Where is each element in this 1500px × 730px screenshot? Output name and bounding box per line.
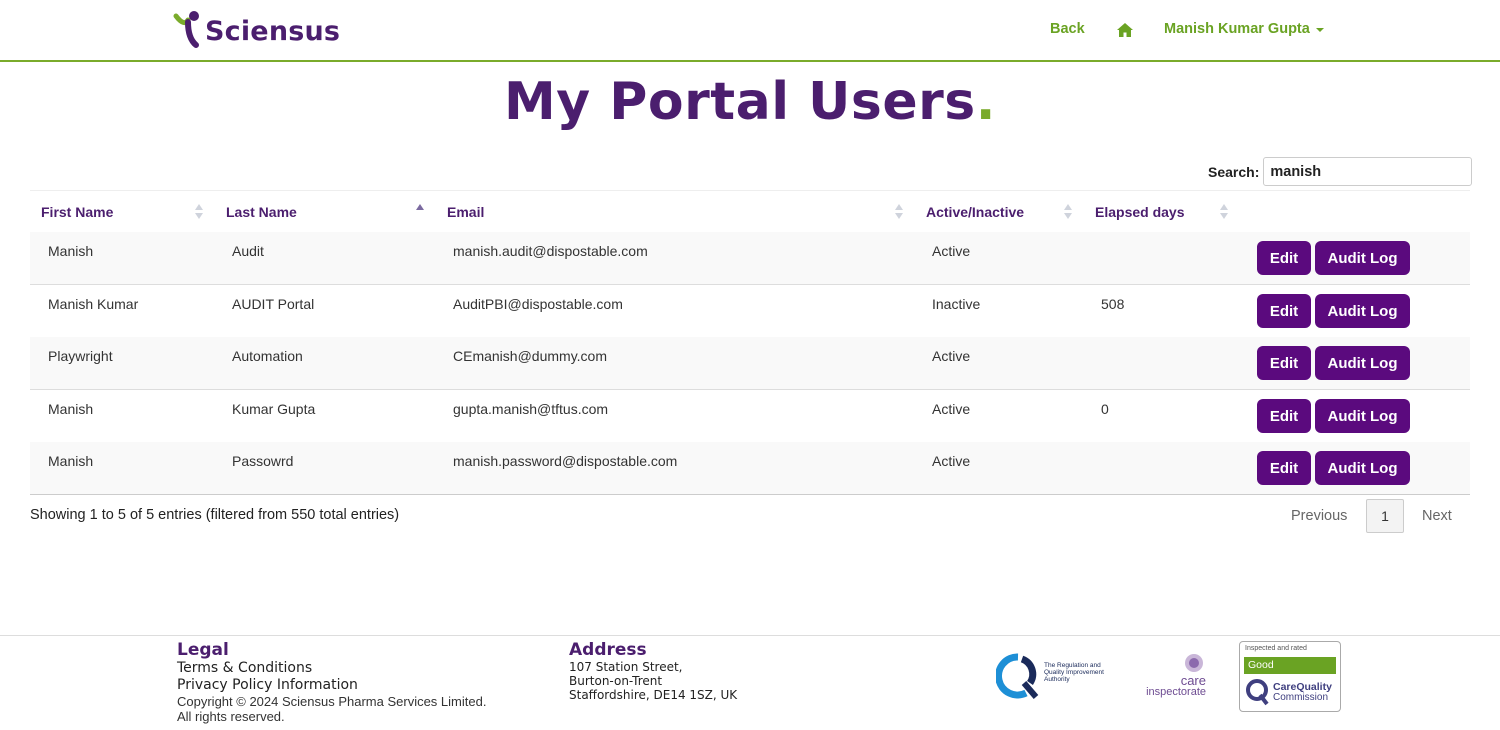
cqc-rating: Good <box>1244 657 1336 674</box>
cqc-inspected-text: Inspected and rated <box>1245 645 1307 652</box>
address-heading: Address <box>569 640 647 660</box>
audit-log-button[interactable]: Audit Log <box>1315 451 1410 485</box>
search-input[interactable] <box>1263 157 1473 186</box>
edit-button[interactable]: Edit <box>1257 346 1311 380</box>
sort-icon[interactable] <box>195 204 203 220</box>
cell-status: Active <box>932 348 971 364</box>
privacy-link[interactable]: Privacy Policy Information <box>177 677 486 694</box>
address-line: Burton-on-Trent <box>569 674 663 688</box>
inspectorate-text: inspectorate <box>1146 686 1206 698</box>
top-navbar: Sciensus Back Manish Kumar Gupta <box>0 0 1500 62</box>
copyright-text: Copyright © 2024 Sciensus Pharma Service… <box>177 694 487 709</box>
cell-first-name: Manish <box>48 401 94 417</box>
search-label: Search: <box>1208 163 1260 180</box>
edit-button[interactable]: Edit <box>1257 451 1311 485</box>
cell-email: manish.audit@dispostable.com <box>453 243 648 259</box>
sort-icon[interactable] <box>1064 204 1072 220</box>
cell-email: manish.password@dispostable.com <box>453 453 678 469</box>
column-header-elapsed-days[interactable]: Elapsed days <box>1095 191 1185 233</box>
user-menu-dropdown[interactable]: Manish Kumar Gupta <box>1164 21 1324 37</box>
edit-button[interactable]: Edit <box>1257 399 1311 433</box>
cell-first-name: Manish <box>48 453 94 469</box>
sort-icon[interactable] <box>895 204 903 220</box>
pagination-next[interactable]: Next <box>1422 508 1452 524</box>
cell-status: Active <box>932 453 971 469</box>
table-bottom-border <box>30 494 1470 495</box>
page-title-dot: . <box>975 72 996 132</box>
sort-icon[interactable] <box>1220 204 1228 220</box>
rqia-logo: The Regulation and Quality Improvement Aut… <box>996 653 1104 699</box>
care-inspectorate-logo: care inspectorate <box>1136 653 1208 699</box>
user-name: Manish Kumar Gupta <box>1164 21 1310 37</box>
rights-text: All rights reserved. <box>177 709 285 724</box>
cell-last-name: Audit <box>232 243 264 259</box>
page-title-text: My Portal Users <box>504 72 976 132</box>
cell-last-name: Passowrd <box>232 453 294 469</box>
sciensus-logo-icon <box>173 11 199 48</box>
pagination-previous[interactable]: Previous <box>1291 508 1347 524</box>
cell-email: AuditPBI@dispostable.com <box>453 296 623 312</box>
terms-link[interactable]: Terms & Conditions <box>177 660 486 677</box>
cell-first-name: Playwright <box>48 348 113 364</box>
cell-email: gupta.manish@tftus.com <box>453 401 609 417</box>
table-row: Manish Audit manish.audit@dispostable.co… <box>30 232 1470 285</box>
chevron-down-icon <box>1315 28 1324 32</box>
address-line: Staffordshire, DE14 1SZ, UK <box>569 688 738 702</box>
care-inspectorate-icon: care inspectorate <box>1146 654 1206 698</box>
pagination-page-1[interactable]: 1 <box>1366 499 1404 533</box>
audit-log-button[interactable]: Audit Log <box>1315 399 1410 433</box>
column-header-email[interactable]: Email <box>447 191 484 233</box>
cell-elapsed-days: 0 <box>1101 401 1109 417</box>
table-search: Search: <box>1208 157 1473 186</box>
audit-log-button[interactable]: Audit Log <box>1315 346 1410 380</box>
page-title: My Portal Users. <box>0 72 1500 132</box>
cell-first-name: Manish <box>48 243 94 259</box>
back-link[interactable]: Back <box>1050 21 1085 37</box>
sort-ascending-icon[interactable] <box>416 204 424 220</box>
cell-elapsed-days: 508 <box>1101 296 1125 312</box>
column-header-last-name[interactable]: Last Name <box>226 191 297 233</box>
cqc-name-2: Commission <box>1273 692 1329 703</box>
rqia-text: The Regulation and Quality Improvement Aut… <box>1044 662 1104 683</box>
audit-log-button[interactable]: Audit Log <box>1315 241 1410 275</box>
cell-status: Active <box>932 401 971 417</box>
cell-last-name: Kumar Gupta <box>232 401 316 417</box>
column-header-first-name[interactable]: First Name <box>41 191 113 233</box>
brand-name: Sciensus <box>205 15 341 47</box>
edit-button[interactable]: Edit <box>1257 294 1311 328</box>
table-row: Playwright Automation CEmanish@dummy.com… <box>30 337 1470 390</box>
cqc-rating-badge[interactable]: Inspected and rated Good CareQuality Com… <box>1239 641 1341 712</box>
cell-status: Active <box>932 243 971 259</box>
column-header-status[interactable]: Active/Inactive <box>926 191 1024 233</box>
address-line: 107 Station Street, <box>569 660 683 674</box>
footer-address: Address 107 Station Street, Burton-on-Tr… <box>569 640 737 702</box>
cqc-name: CareQuality <box>1273 681 1332 693</box>
home-icon[interactable] <box>1116 22 1134 38</box>
audit-log-button[interactable]: Audit Log <box>1315 294 1410 328</box>
table-row: Manish Kumar AUDIT Portal AuditPBI@dispo… <box>30 285 1470 338</box>
cqc-q-icon <box>1246 679 1269 706</box>
cell-first-name: Manish Kumar <box>48 296 139 312</box>
table-row: Manish Passowrd manish.password@disposta… <box>30 442 1470 495</box>
cell-email: CEmanish@dummy.com <box>453 348 607 364</box>
sciensus-logo[interactable]: Sciensus <box>172 10 340 48</box>
edit-button[interactable]: Edit <box>1257 241 1311 275</box>
users-table: First Name Last Name Email Active/Inacti… <box>30 190 1470 495</box>
table-info: Showing 1 to 5 of 5 entries (filtered fr… <box>30 507 400 523</box>
table-row: Manish Kumar Gupta gupta.manish@tftus.co… <box>30 390 1470 443</box>
footer-legal: Legal Terms & Conditions Privacy Policy … <box>177 640 486 724</box>
table-header-row: First Name Last Name Email Active/Inacti… <box>30 190 1470 232</box>
cell-status: Inactive <box>932 296 981 312</box>
cell-last-name: Automation <box>232 348 303 364</box>
cell-last-name: AUDIT Portal <box>232 296 315 312</box>
legal-heading: Legal <box>177 640 229 660</box>
